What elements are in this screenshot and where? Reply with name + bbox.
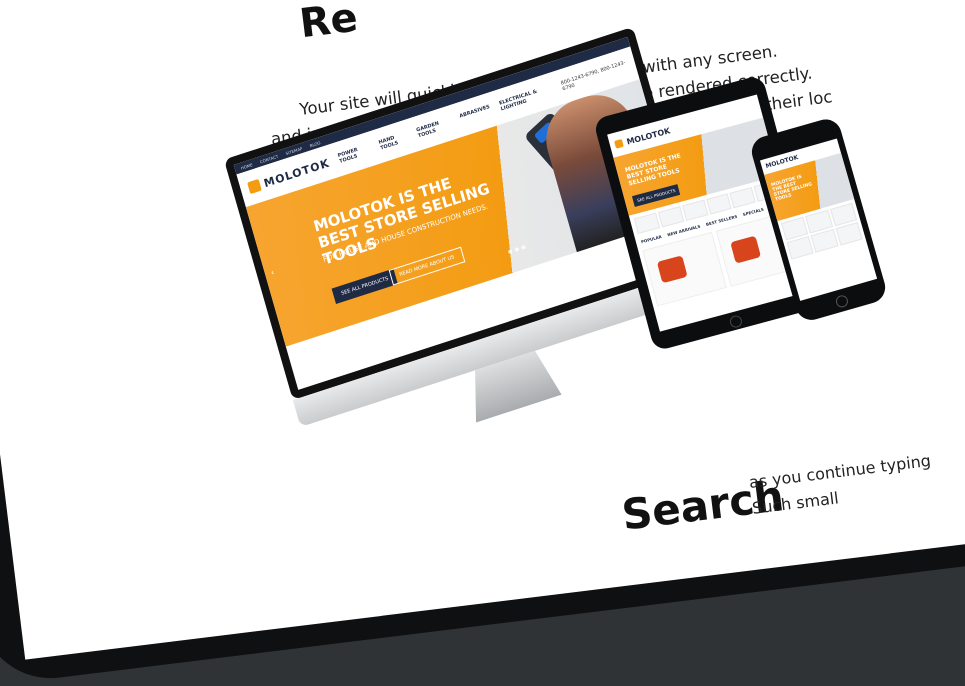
hammer-icon <box>247 178 262 195</box>
category-tile[interactable] <box>729 186 756 209</box>
section-heading: Re <box>297 0 361 48</box>
chevron-left-icon[interactable]: ‹ <box>270 268 276 278</box>
tablet-hero-title: MOLOTOK IS THE BEST STORE SELLING TOOLS <box>624 152 682 188</box>
category-tile[interactable] <box>657 206 684 228</box>
tablet-screen: Re Your site will quickly adapt to any g… <box>0 0 965 660</box>
tablet-see-all-button[interactable]: SEE ALL PRODUCTS <box>631 183 681 207</box>
product-image <box>729 235 761 264</box>
category-tile[interactable] <box>835 221 863 246</box>
category-tile[interactable] <box>810 228 839 253</box>
nav-item[interactable]: GARDEN TOOLS <box>416 117 453 140</box>
home-button-icon <box>728 314 744 329</box>
responsive-devices-illustration: HOME CONTACT SITEMAP BLOG MOLOTOK POWER … <box>220 0 965 508</box>
category-tile[interactable] <box>681 199 708 222</box>
slider-dot[interactable] <box>521 244 526 250</box>
read-more-button[interactable]: READ MORE ABOUT US <box>388 246 466 286</box>
category-tile[interactable] <box>705 193 732 215</box>
slider-dot[interactable] <box>514 246 520 253</box>
nav-item[interactable]: HAND TOOLS <box>378 131 409 152</box>
nav-item[interactable]: ABRASIVES <box>459 104 493 125</box>
slider-dot[interactable] <box>507 249 513 255</box>
see-all-products-button[interactable]: SEE ALL PRODUCTS <box>331 268 399 305</box>
category-tile[interactable] <box>633 212 660 234</box>
hammer-icon <box>614 138 624 149</box>
home-button-icon <box>834 293 850 309</box>
nav-item[interactable]: POWER TOOLS <box>337 143 372 165</box>
category-tile[interactable] <box>786 235 814 260</box>
slider-dots <box>507 244 526 255</box>
search-paragraph: as you continue typing Such small <box>748 438 965 521</box>
product-image <box>656 255 688 284</box>
nav-item[interactable]: ELECTRICAL & LIGHTING <box>499 84 554 113</box>
product-card[interactable] <box>642 231 727 307</box>
page-content: Re Your site will quickly adapt to any g… <box>0 0 965 655</box>
phone-hero-title: MOLOTOK IS THE BEST STORE SELLING TOOLS <box>770 174 813 203</box>
